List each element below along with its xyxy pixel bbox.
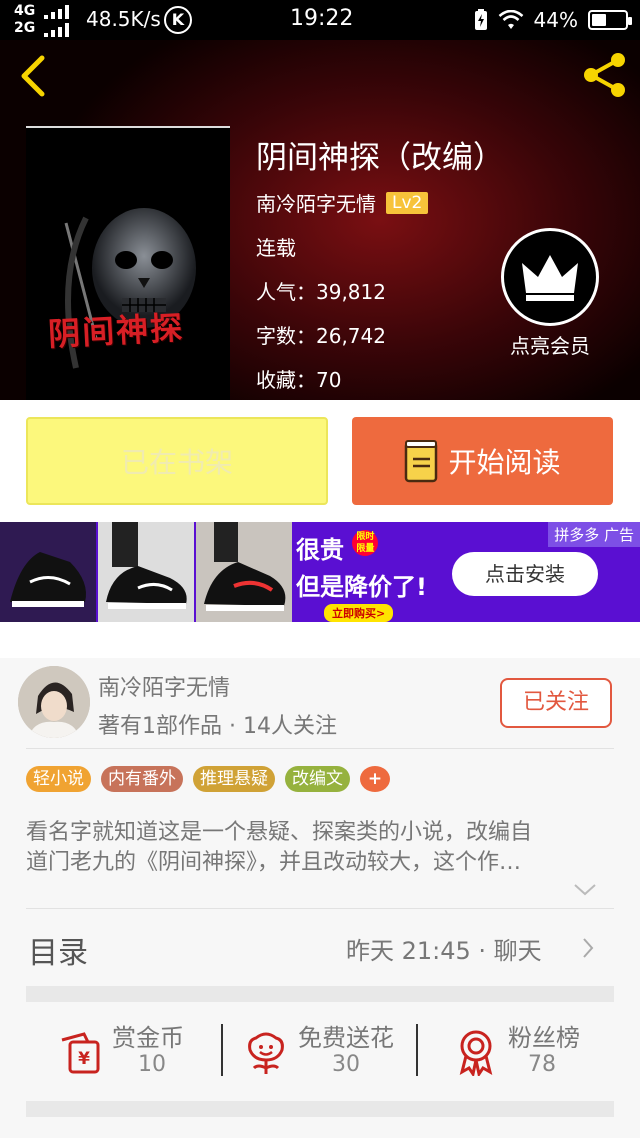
ad-buy-now[interactable]: 立即购买> (324, 604, 394, 622)
network-speed: 48.5K/s (86, 7, 161, 31)
battery-percent: 44% (533, 8, 578, 32)
divider (416, 1024, 418, 1076)
shoe-image-1 (0, 522, 96, 622)
reward-coin-value: 10 (138, 1052, 166, 1077)
reward-coin-label: 赏金币 (112, 1024, 184, 1052)
ad-line1: 很贵 (296, 536, 344, 564)
free-flower-button[interactable]: 免费送花 30 (242, 1018, 422, 1082)
follow-button[interactable]: 已关注 (500, 678, 612, 728)
book-header: 阴间神探 阴间神探（改编） 南冷陌字无情 Lv2 连载 人气：39,812 字数… (0, 40, 640, 400)
book-title: 阴间神探（改编） (256, 140, 504, 176)
ad-banner[interactable]: 很贵 限时限量 但是降价了! 立即购买> 点击安装 拼多多 广告 (0, 522, 640, 622)
ad-install-button[interactable]: 点击安装 (452, 552, 598, 596)
book-icon (405, 440, 438, 483)
book-collections: 收藏：70 (256, 368, 342, 392)
back-button[interactable] (14, 54, 54, 98)
clock: 19:22 (290, 6, 354, 31)
medal-icon (459, 1030, 493, 1076)
tag-extras[interactable]: 内有番外 (101, 766, 183, 792)
status-right: 44% (474, 7, 632, 33)
crown-icon (501, 228, 599, 326)
ad-label: 拼多多 广告 (548, 522, 640, 547)
divider (26, 908, 614, 909)
ad-line2: 但是降价了! (296, 573, 427, 601)
author-name[interactable]: 南冷陌字无情 (256, 188, 376, 217)
svg-text:¥: ¥ (78, 1049, 90, 1069)
cover-title: 阴间神探 (47, 308, 186, 354)
share-button[interactable] (580, 50, 630, 100)
shoe-image-2 (98, 522, 194, 622)
ad-tag: 限时限量 (352, 530, 379, 556)
divider (221, 1024, 223, 1076)
level-badge: Lv2 (386, 191, 429, 214)
vip-button[interactable]: 点亮会员 (500, 228, 600, 359)
start-reading-button[interactable]: 开始阅读 (352, 417, 613, 505)
reward-coin-button[interactable]: ¥ 赏金币 10 (56, 1018, 226, 1082)
wifi-icon (498, 10, 523, 29)
book-description[interactable]: 看名字就知道这是一个悬疑、探案类的小说，改编自 道门老九的《阴间神探》，并且改动… (26, 818, 614, 878)
author-section: 南冷陌字无情 著有1部作品 · 14人关注 已关注 轻小说 内有番外 推理悬疑 … (0, 658, 640, 1138)
add-tag-button[interactable]: + (360, 766, 390, 792)
tag-adaptation[interactable]: 改编文 (285, 766, 350, 792)
divider (26, 748, 614, 749)
fan-ranking-label: 粉丝榜 (508, 1024, 580, 1052)
toc-label[interactable]: 目录 (28, 928, 88, 972)
description-line-2: 道门老九的《阴间神探》，并且改动较大，这个作… (26, 850, 522, 875)
tag-mystery[interactable]: 推理悬疑 (193, 766, 275, 792)
author-card-name[interactable]: 南冷陌字无情 (98, 670, 230, 702)
skull-cover-art (26, 128, 230, 400)
avatar[interactable] (18, 666, 90, 738)
k-app-icon: K (164, 6, 192, 34)
book-word-count: 字数：26,742 (256, 324, 386, 348)
book-status: 连载 (256, 236, 296, 260)
description-line-1: 看名字就知道这是一个悬疑、探案类的小说，改编自 (26, 820, 533, 845)
fan-ranking-button[interactable]: 粉丝榜 78 (452, 1018, 614, 1082)
author-card-sub: 著有1部作品 · 14人关注 (98, 714, 337, 739)
in-bookshelf-button[interactable]: 已在书架 (26, 417, 328, 505)
signal-icon (44, 5, 69, 37)
book-cover[interactable]: 阴间神探 (26, 126, 230, 400)
author-row: 南冷陌字无情 Lv2 (256, 188, 429, 217)
fan-ranking-value: 78 (528, 1052, 556, 1077)
status-bar: 4G 2G 48.5K/s K 19:22 44% (0, 0, 640, 40)
reward-coin-icon: ¥ (61, 1032, 100, 1074)
shoe-image-3 (196, 522, 292, 622)
section-separator (26, 986, 614, 1002)
in-bookshelf-label: 已在书架 (120, 446, 233, 479)
toc-update[interactable]: 昨天 21:45 · 聊天 (346, 931, 542, 966)
ad-text: 很贵 限时限量 但是降价了! 立即购买> (296, 530, 436, 622)
stats-row: ¥ 赏金币 10 免费送花 30 粉丝榜 78 (26, 1018, 614, 1082)
section-separator (26, 1101, 614, 1117)
chevron-down-icon[interactable] (574, 884, 596, 896)
vip-label: 点亮会员 (510, 334, 590, 358)
network-type: 4G 2G (14, 3, 36, 36)
start-reading-label: 开始阅读 (448, 446, 561, 479)
battery-saver-icon (474, 9, 487, 30)
free-flower-value: 30 (332, 1052, 360, 1077)
free-flower-label: 免费送花 (298, 1024, 394, 1052)
chevron-right-icon[interactable] (582, 938, 594, 958)
tag-light-novel[interactable]: 轻小说 (26, 766, 91, 792)
tag-list: 轻小说 内有番外 推理悬疑 改编文 + (26, 766, 390, 792)
book-popularity: 人气：39,812 (256, 280, 386, 304)
battery-icon (588, 10, 632, 30)
flower-icon (248, 1032, 284, 1074)
